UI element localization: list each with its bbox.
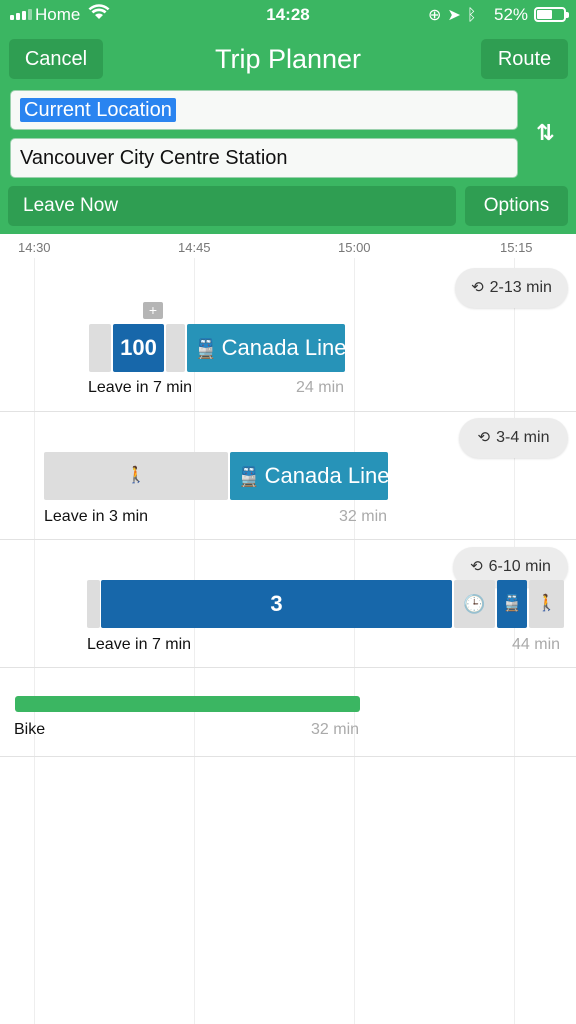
bus-route-number: 100 — [120, 335, 157, 360]
rail-segment[interactable]: 🚆 Canada Line — [230, 452, 390, 500]
wait-segment — [87, 580, 100, 628]
grid-line — [354, 258, 355, 1024]
to-field-value: Vancouver City Centre Station — [20, 147, 288, 169]
tick-label: 14:45 — [178, 240, 211, 255]
train-icon: 🚆 — [237, 467, 261, 488]
trip-duration: 44 min — [512, 636, 561, 653]
walk-segment[interactable]: 🚶 — [529, 580, 564, 628]
walking-icon: 🚶 — [536, 595, 557, 612]
header: Home 14:28 ⊕➤ᛒ 52% Cancel Trip Planner R… — [0, 0, 576, 234]
bike-segment[interactable] — [15, 696, 360, 712]
frequency-badge[interactable]: ⟲ 2-13 min — [455, 268, 568, 308]
bluetooth-icon: ᛒ — [466, 7, 483, 24]
lock-rotation-icon: ⊕ — [428, 7, 448, 24]
rail-line-label: Canada Line — [221, 335, 347, 360]
frequency-label: 2-13 min — [489, 279, 552, 296]
grid-line — [34, 258, 35, 1024]
walking-icon: 🚶 — [126, 467, 146, 484]
leave-now-button[interactable]: Leave Now — [8, 186, 456, 226]
status-bar: Home 14:28 ⊕➤ᛒ 52% — [0, 0, 576, 30]
location-arrow-icon: ➤ — [447, 7, 467, 24]
leave-time: Leave in 7 min — [87, 636, 192, 653]
to-field[interactable]: Vancouver City Centre Station — [10, 138, 518, 178]
rail-segment[interactable]: 🚆 — [497, 580, 527, 628]
train-icon: 🚆 — [194, 339, 218, 360]
clock: 14:28 — [266, 5, 310, 24]
rail-segment[interactable]: 🚆 Canada Line — [187, 324, 347, 372]
options-button[interactable]: Options — [465, 186, 568, 226]
bike-duration: 32 min — [311, 721, 360, 738]
divider — [0, 539, 576, 540]
battery-percent: 52% — [494, 5, 529, 24]
tick-label: 15:00 — [338, 240, 371, 255]
train-icon: 🚆 — [502, 595, 522, 612]
tick-label: 14:30 — [18, 240, 51, 255]
battery-icon — [534, 7, 569, 22]
wait-segment: 🕒 — [454, 580, 495, 628]
rail-line-label: Canada Line — [264, 463, 390, 488]
tick-label: 15:15 — [500, 240, 533, 255]
trip-duration: 32 min — [339, 508, 388, 525]
frequency-icon: ⟲ — [477, 429, 491, 446]
divider — [0, 411, 576, 412]
frequency-label: 6-10 min — [488, 558, 551, 575]
from-field[interactable]: Current Location — [10, 90, 518, 130]
divider — [0, 667, 576, 668]
divider — [0, 756, 576, 757]
bus-route-number: 3 — [270, 591, 283, 616]
time-axis: 14:30 14:45 15:00 15:15 — [0, 234, 576, 258]
leave-time: Leave in 7 min — [88, 379, 193, 396]
bus-segment[interactable]: 100 — [113, 324, 164, 372]
route-button[interactable]: Route — [481, 39, 568, 79]
status-icons: ⊕➤ᛒ — [428, 5, 482, 25]
from-field-value: Current Location — [20, 98, 176, 122]
walk-segment[interactable]: 🚶 — [44, 452, 228, 500]
trip-planner-screen: Home 14:28 ⊕➤ᛒ 52% Cancel Trip Planner R… — [0, 0, 576, 1024]
wait-segment — [89, 324, 111, 372]
frequency-label: 3-4 min — [496, 429, 550, 446]
leave-time: Leave in 3 min — [44, 508, 149, 525]
frequency-icon: ⟲ — [471, 279, 484, 296]
transfer-segment — [166, 324, 185, 372]
frequency-badge[interactable]: ⟲ 3-4 min — [459, 418, 568, 458]
swap-vertical-icon[interactable]: ⇅ — [536, 120, 554, 146]
clock-icon: 🕒 — [463, 594, 486, 614]
bus-segment[interactable]: 3 — [101, 580, 452, 628]
more-options-icon[interactable]: + — [143, 302, 163, 319]
trip-duration: 24 min — [296, 379, 345, 396]
bike-label: Bike — [14, 721, 46, 738]
